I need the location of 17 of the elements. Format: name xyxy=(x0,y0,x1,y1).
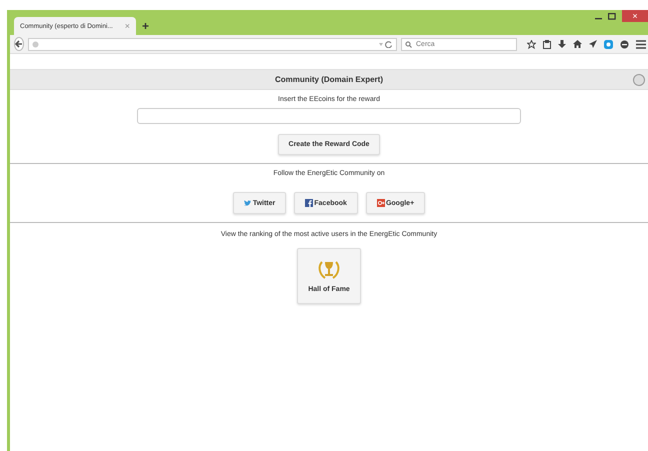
eecoins-input-field[interactable] xyxy=(137,108,521,124)
home-icon[interactable] xyxy=(573,40,582,48)
facebook-icon xyxy=(305,199,314,207)
new-tab-button[interactable]: + xyxy=(136,19,156,33)
paper-plane-icon[interactable] xyxy=(589,40,597,48)
reload-icon[interactable] xyxy=(379,40,393,48)
bird-icon xyxy=(244,200,252,206)
maximize-icon[interactable] xyxy=(608,12,616,20)
menu-icon[interactable] xyxy=(636,40,646,48)
clipboard-icon[interactable] xyxy=(543,40,551,48)
download-icon[interactable] xyxy=(558,40,566,48)
google-plus-icon xyxy=(376,199,385,207)
page-title: Community (Domain Expert) xyxy=(274,75,383,84)
trophy-icon xyxy=(316,259,342,281)
back-button[interactable] xyxy=(14,37,24,51)
star-icon[interactable] xyxy=(527,40,536,48)
window-close-button[interactable]: × xyxy=(622,10,648,22)
